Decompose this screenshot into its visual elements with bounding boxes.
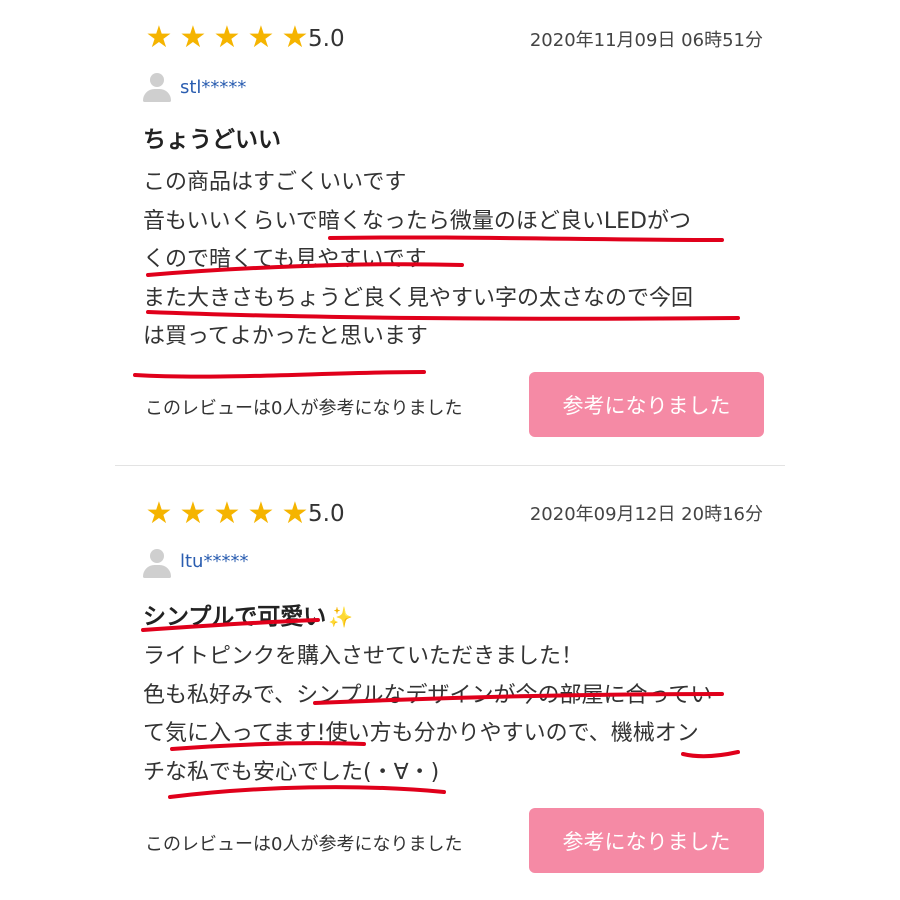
star-icon: ★ <box>145 20 173 55</box>
review-card: ★ ★ ★ ★ ★ 5.0 2020年11月09日 06時51分 stl****… <box>0 0 900 466</box>
review-line: 音もいいくらいで暗くなったら微量のほど良いLEDがつ <box>143 208 691 234</box>
star-icon: ★ <box>213 496 241 531</box>
review-line: また大きさもちょうど良く見やすい字の太さなので今回 <box>143 285 694 311</box>
review-line: この商品はすごくいいです <box>143 170 407 195</box>
review-line: くので暗くても見やすいです <box>143 247 427 272</box>
review-card: ★ ★ ★ ★ ★ 5.0 2020年09月12日 20時16分 ltu****… <box>0 468 900 900</box>
rating-value: 5.0 <box>308 501 345 527</box>
review-line: 色も私好みで、シンプルなデザインが今の部屋に合ってい <box>143 682 713 708</box>
star-icon: ★ <box>213 20 241 55</box>
star-rating: ★ ★ ★ ★ ★ <box>143 498 311 530</box>
star-icon: ★ <box>247 496 275 531</box>
review-divider <box>115 465 785 466</box>
review-title-text: シンプルで可愛い <box>143 604 327 630</box>
user-avatar-icon <box>142 72 172 102</box>
rating-value: 5.0 <box>308 26 345 52</box>
reviewer-name[interactable]: stl***** <box>180 77 246 98</box>
star-icon: ★ <box>281 496 309 531</box>
reviewer-name[interactable]: ltu***** <box>180 551 248 572</box>
star-rating: ★ ★ ★ ★ ★ <box>143 22 311 54</box>
review-line: チな私でも安心でした(・∀・) <box>143 759 440 785</box>
review-line: ライトピンクを購入させていただきました！ <box>143 644 584 669</box>
review-title: シンプルで可愛い ✨ <box>143 597 353 631</box>
helpful-count: このレビューは0人が参考になりました <box>145 398 463 419</box>
star-icon: ★ <box>145 496 173 531</box>
star-icon: ★ <box>247 20 275 55</box>
helpful-count: このレビューは0人が参考になりました <box>145 834 463 855</box>
review-date: 2020年09月12日 20時16分 <box>529 504 763 525</box>
review-line: て気に入ってます!使い方も分かりやすいので、機械オン <box>143 721 699 746</box>
helpful-button[interactable]: 参考になりました <box>529 808 764 873</box>
review-date: 2020年11月09日 06時51分 <box>529 30 763 51</box>
review-title: ちょうどいい <box>143 127 281 153</box>
sparkle-icon: ✨ <box>328 605 354 629</box>
review-body: この商品はすごくいいです 音もいいくらいで暗くなったら微量のほど良いLEDがつ … <box>143 164 773 357</box>
star-icon: ★ <box>179 20 207 55</box>
helpful-button[interactable]: 参考になりました <box>529 372 764 437</box>
star-icon: ★ <box>179 496 207 531</box>
star-icon: ★ <box>281 20 309 55</box>
review-body: ライトピンクを購入させていただきました！ 色も私好みで、シンプルなデザインが今の… <box>143 638 773 792</box>
review-line: は買ってよかったと思います <box>143 324 428 349</box>
user-avatar-icon <box>142 548 172 578</box>
